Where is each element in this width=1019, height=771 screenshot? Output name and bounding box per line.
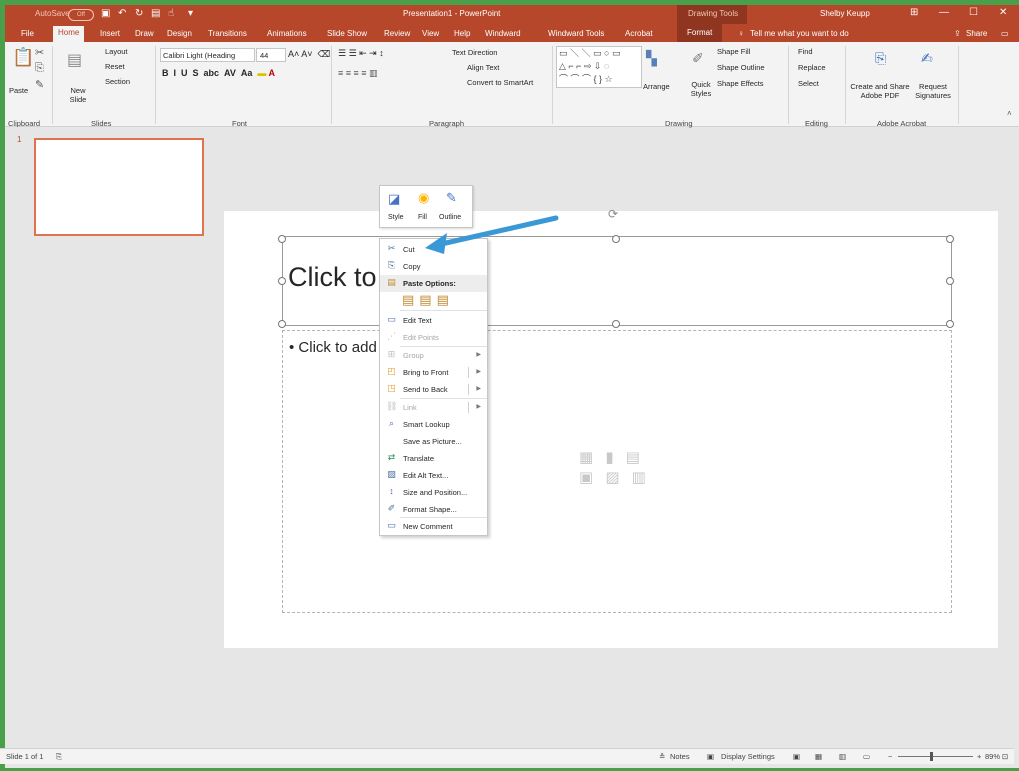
spelling-icon[interactable]: ⎘ bbox=[56, 752, 62, 762]
display-settings-icon[interactable]: ▣ bbox=[707, 752, 714, 761]
slide-sorter-icon[interactable]: ▦ bbox=[815, 752, 822, 761]
fit-slide-icon[interactable]: ⊡ bbox=[1002, 752, 1008, 761]
status-bar: Slide 1 of 1 ⎘ ≙ Notes ▣ Display Setting… bbox=[0, 748, 1014, 764]
zoom-in-icon[interactable]: + bbox=[977, 752, 981, 761]
display-settings-button[interactable]: Display Settings bbox=[721, 752, 775, 761]
reading-view-icon[interactable]: ▥ bbox=[839, 752, 846, 761]
notes-icon[interactable]: ≙ bbox=[659, 752, 665, 761]
normal-view-icon[interactable]: ▣ bbox=[793, 752, 800, 761]
notes-button[interactable]: Notes bbox=[670, 752, 690, 761]
zoom-slider[interactable] bbox=[898, 756, 973, 757]
slideshow-icon[interactable]: ▭ bbox=[863, 752, 870, 761]
zoom-level[interactable]: 89% bbox=[985, 752, 1000, 761]
slide-count: Slide 1 of 1 bbox=[6, 752, 44, 761]
callout-arrow bbox=[425, 215, 559, 254]
zoom-slider-thumb[interactable] bbox=[930, 752, 933, 761]
zoom-out-icon[interactable]: − bbox=[888, 752, 892, 761]
